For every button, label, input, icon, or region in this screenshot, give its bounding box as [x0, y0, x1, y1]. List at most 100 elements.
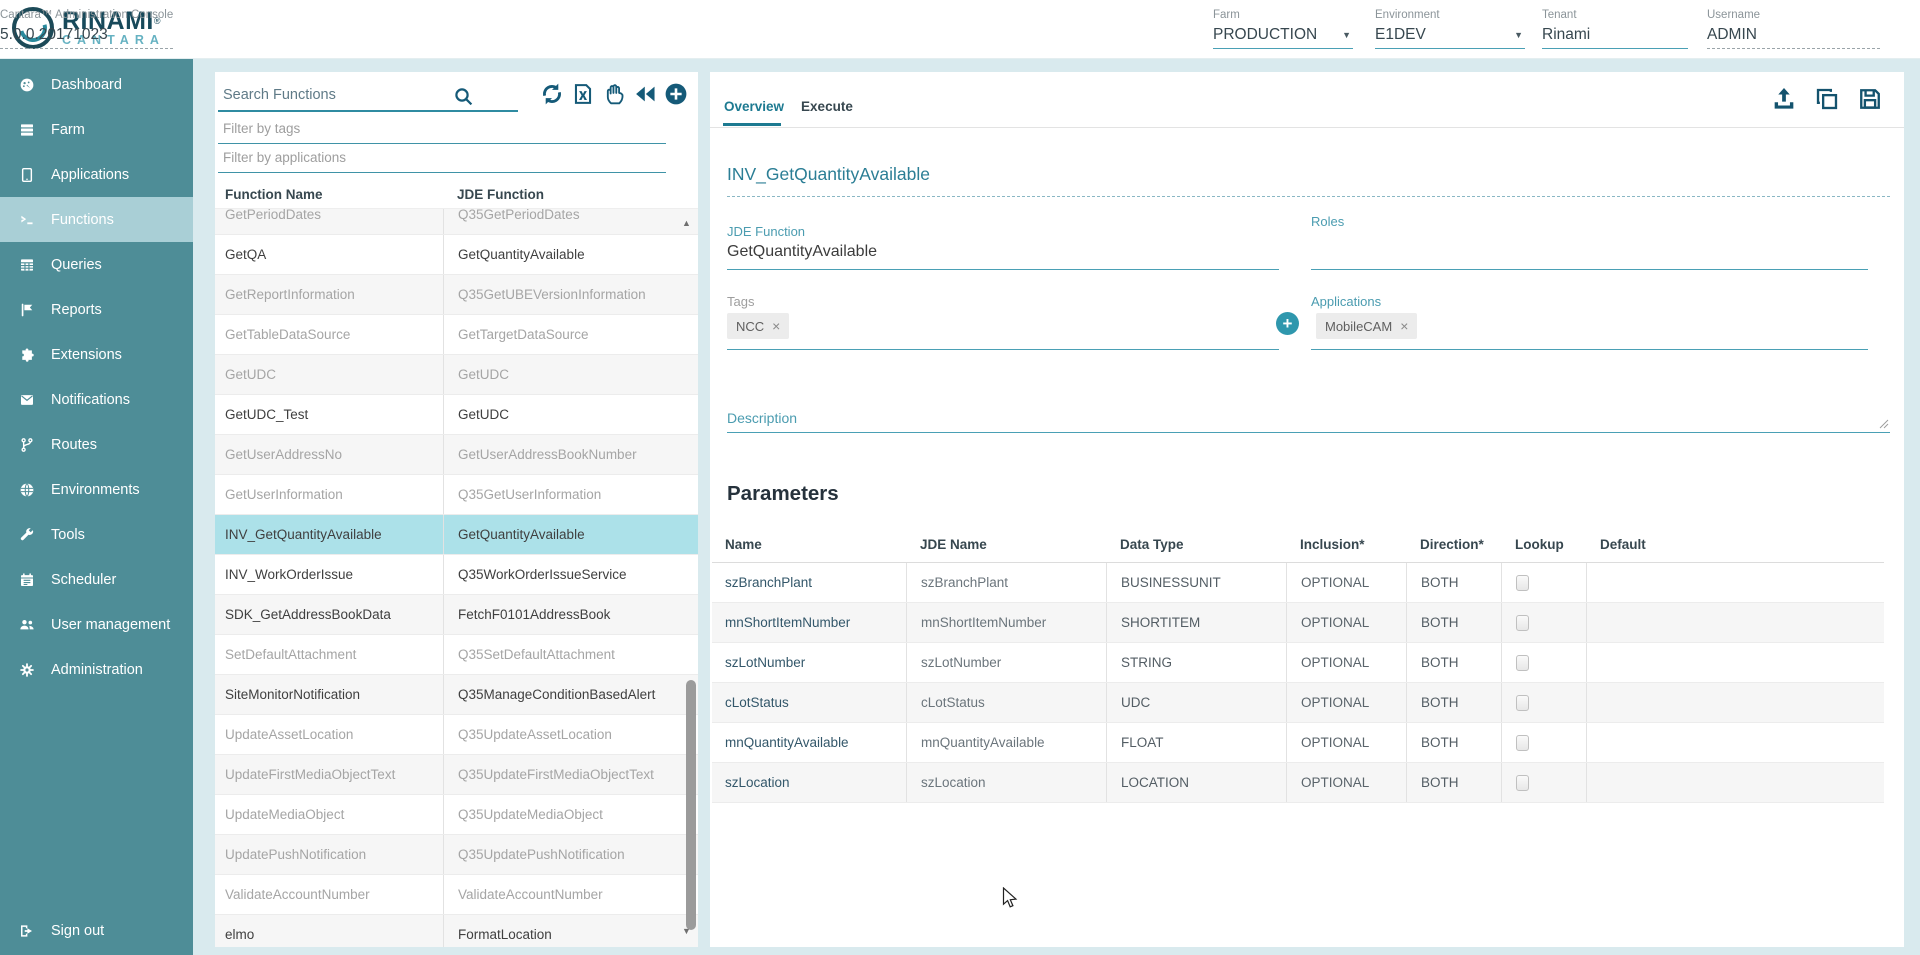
farm-select[interactable]: Farm PRODUCTION ▼: [1213, 9, 1353, 49]
save-button[interactable]: [1856, 85, 1884, 113]
sidebar-item-reports[interactable]: Reports: [0, 287, 193, 332]
username-field[interactable]: Username ADMIN ▼: [1707, 9, 1880, 49]
function-name-cell: GetReportInformation: [215, 275, 443, 314]
function-detail-panel: OverviewExecute INV_GetQuantityAvailable…: [710, 72, 1904, 947]
sidebar-item-extensions[interactable]: Extensions: [0, 332, 193, 377]
tags-field[interactable]: Tags NCC ×: [727, 294, 1279, 350]
farm-icon: [18, 121, 36, 139]
function-row[interactable]: UpdateFirstMediaObjectText Q35UpdateFirs…: [215, 755, 698, 795]
search-icon[interactable]: [452, 85, 476, 109]
column-jde-function: JDE Function: [443, 187, 698, 202]
remove-application-icon[interactable]: ×: [1400, 319, 1408, 333]
sidebar-item-tools[interactable]: Tools: [0, 512, 193, 557]
function-row[interactable]: INV_GetQuantityAvailable GetQuantityAvai…: [215, 515, 698, 555]
roles-field[interactable]: Roles: [1311, 214, 1868, 270]
jde-function-cell: GetUDC: [443, 355, 698, 394]
sidebar-item-label: Notifications: [51, 392, 130, 408]
sidebar-item-label: Extensions: [51, 347, 122, 363]
sidebar-item-notifications[interactable]: Notifications: [0, 377, 193, 422]
console-version-field[interactable]: Cantara™ Administration Console 5.0.0.20…: [0, 9, 173, 49]
lookup-checkbox[interactable]: [1516, 735, 1529, 751]
duplicate-icon: [1813, 101, 1841, 116]
upload-button[interactable]: [1770, 85, 1798, 113]
refresh-button[interactable]: [539, 81, 565, 107]
sidebar-item-functions[interactable]: Functions: [0, 197, 193, 242]
description-field[interactable]: Description: [727, 410, 1890, 433]
sidebar-item-dashboard[interactable]: Dashboard: [0, 62, 193, 107]
duplicate-button[interactable]: [1813, 85, 1841, 113]
sidebar-item-routes[interactable]: Routes: [0, 422, 193, 467]
description-label: Description: [727, 410, 1890, 426]
app-root: RINAMI® CANTARA Farm PRODUCTION ▼ Enviro…: [0, 0, 1920, 955]
param-name-cell: mnShortItemNumber: [712, 603, 906, 642]
sidebar-item-queries[interactable]: Queries: [0, 242, 193, 287]
col-jde-name: JDE Name: [906, 537, 1106, 552]
environment-select[interactable]: Environment E1DEV ▼: [1375, 9, 1525, 49]
sidebar-item-applications[interactable]: Applications: [0, 152, 193, 197]
upload-icon: [1770, 101, 1798, 116]
function-row[interactable]: INV_WorkOrderIssue Q35WorkOrderIssueServ…: [215, 555, 698, 595]
sidebar-nav: Dashboard Farm Applications Functions Qu…: [0, 59, 193, 955]
function-row[interactable]: GetUserInformation Q35GetUserInformation: [215, 475, 698, 515]
sidebar-item-administration[interactable]: Administration: [0, 647, 193, 692]
rewind-button[interactable]: [632, 81, 658, 107]
tag-chip-label: NCC: [736, 319, 764, 334]
col-name: Name: [712, 537, 906, 552]
sidebar-item-environments[interactable]: Environments: [0, 467, 193, 512]
function-row[interactable]: UpdateMediaObject Q35UpdateMediaObject: [215, 795, 698, 835]
scroll-down-icon[interactable]: ▼: [682, 926, 691, 936]
refresh-icon: [539, 95, 565, 110]
lookup-checkbox[interactable]: [1516, 575, 1529, 591]
remove-tag-icon[interactable]: ×: [772, 319, 780, 333]
function-row[interactable]: GetUDC_Test GetUDC: [215, 395, 698, 435]
applications-field[interactable]: Applications MobileCAM ×: [1311, 294, 1868, 350]
functions-list: GetPeriodDates Q35GetPeriodDates GetQA G…: [215, 209, 698, 947]
function-row[interactable]: SDK_GetAddressBookData FetchF0101Address…: [215, 595, 698, 635]
function-row[interactable]: ValidateAccountNumber ValidateAccountNum…: [215, 875, 698, 915]
sidebar-item-scheduler[interactable]: Scheduler: [0, 557, 193, 602]
sidebar-item-farm[interactable]: Farm: [0, 107, 193, 152]
scrollbar-thumb[interactable]: [686, 680, 696, 930]
tab-overview[interactable]: Overview: [724, 99, 784, 114]
jde-function-field[interactable]: JDE Function GetQuantityAvailable: [727, 224, 1279, 270]
tab-execute[interactable]: Execute: [801, 99, 853, 114]
lookup-checkbox[interactable]: [1516, 615, 1529, 631]
chevron-down-icon: ▼: [1514, 30, 1523, 40]
function-row[interactable]: GetUserAddressNo GetUserAddressBookNumbe…: [215, 435, 698, 475]
signout-button[interactable]: Sign out: [0, 908, 193, 953]
sidebar-item-user-management[interactable]: User management: [0, 602, 193, 647]
applications-label: Applications: [1311, 294, 1868, 309]
function-row[interactable]: GetReportInformation Q35GetUBEVersionInf…: [215, 275, 698, 315]
filter-by-applications-input[interactable]: [218, 147, 666, 173]
filter-by-tags-input[interactable]: [218, 118, 666, 144]
hand-select-button[interactable]: [601, 81, 627, 107]
param-jde-name-cell: mnQuantityAvailable: [906, 723, 1106, 762]
tenant-input[interactable]: Tenant Rinami ▼: [1542, 9, 1688, 49]
function-row[interactable]: SiteMonitorNotification Q35ManageConditi…: [215, 675, 698, 715]
resize-handle-icon[interactable]: [1879, 419, 1889, 429]
queries-icon: [18, 256, 36, 274]
function-row[interactable]: GetPeriodDates Q35GetPeriodDates: [215, 209, 698, 235]
lookup-checkbox[interactable]: [1516, 695, 1529, 711]
function-row[interactable]: UpdateAssetLocation Q35UpdateAssetLocati…: [215, 715, 698, 755]
function-row[interactable]: GetTableDataSource GetTargetDataSource: [215, 315, 698, 355]
save-icon: [1856, 101, 1884, 116]
functions-panel: Function Name JDE Function GetPeriodDate…: [215, 72, 698, 947]
jde-function-cell: Q35UpdateFirstMediaObjectText: [443, 755, 698, 794]
function-row[interactable]: GetUDC GetUDC: [215, 355, 698, 395]
function-row[interactable]: elmo FormatLocation: [215, 915, 698, 947]
lookup-checkbox[interactable]: [1516, 655, 1529, 671]
active-tab-indicator: [723, 123, 781, 126]
add-tag-button[interactable]: +: [1276, 312, 1299, 335]
param-direction-cell: BOTH: [1406, 563, 1501, 602]
function-row[interactable]: GetQA GetQuantityAvailable: [215, 235, 698, 275]
add-function-button[interactable]: [663, 81, 689, 107]
scroll-up-icon[interactable]: ▲: [682, 218, 691, 228]
function-row[interactable]: UpdatePushNotification Q35UpdatePushNoti…: [215, 835, 698, 875]
lookup-checkbox[interactable]: [1516, 775, 1529, 791]
param-inclusion-cell: OPTIONAL: [1286, 763, 1406, 802]
export-excel-button[interactable]: [570, 81, 596, 107]
tools-icon: [18, 526, 36, 544]
function-row[interactable]: SetDefaultAttachment Q35SetDefaultAttach…: [215, 635, 698, 675]
reports-icon: [18, 301, 36, 319]
